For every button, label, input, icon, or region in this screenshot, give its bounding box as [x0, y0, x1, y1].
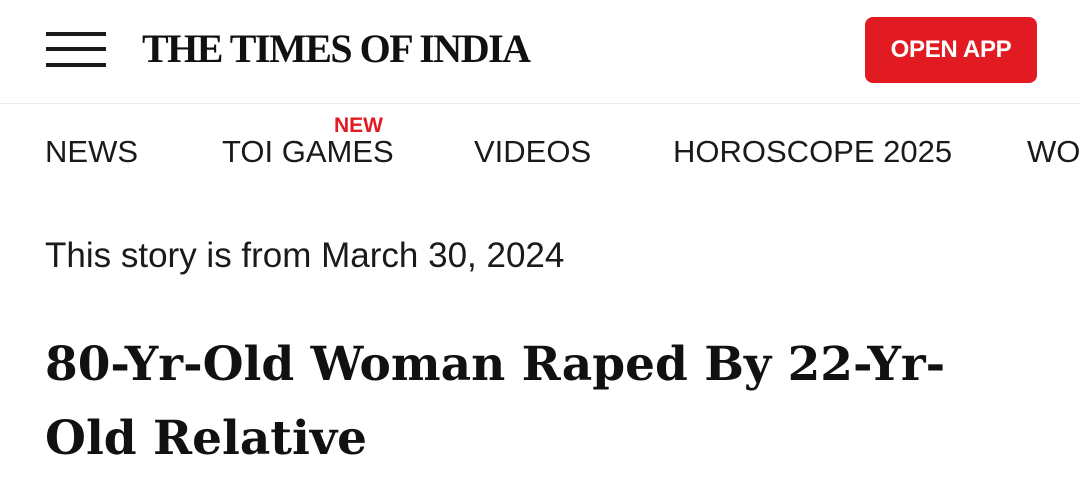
nav-item-horoscope-2025[interactable]: HOROSCOPE 2025 — [673, 134, 952, 170]
article-headline: 80-Yr-Old Woman Raped By 22-Yr-Old Relat… — [45, 337, 946, 466]
nav-item-news[interactable]: NEWS — [45, 134, 138, 170]
section-nav: NEWS NEW TOI GAMES VIDEOS HOROSCOPE 2025… — [0, 104, 1080, 204]
nav-item-toi-games[interactable]: TOI GAMES — [222, 134, 394, 170]
hamburger-menu-icon[interactable] — [44, 30, 108, 70]
story-date-note: This story is from March 30, 2024 — [45, 236, 565, 275]
menu-bar — [46, 47, 106, 51]
menu-bar — [46, 32, 106, 36]
menu-bar — [46, 63, 106, 67]
nav-item-world-truncated[interactable]: WO — [1027, 134, 1080, 170]
top-header: THE TIMES OF INDIA OPEN APP — [0, 0, 1080, 104]
open-app-button[interactable]: OPEN APP — [865, 17, 1037, 83]
site-logo[interactable]: THE TIMES OF INDIA — [142, 25, 531, 72]
nav-item-videos[interactable]: VIDEOS — [474, 134, 591, 170]
